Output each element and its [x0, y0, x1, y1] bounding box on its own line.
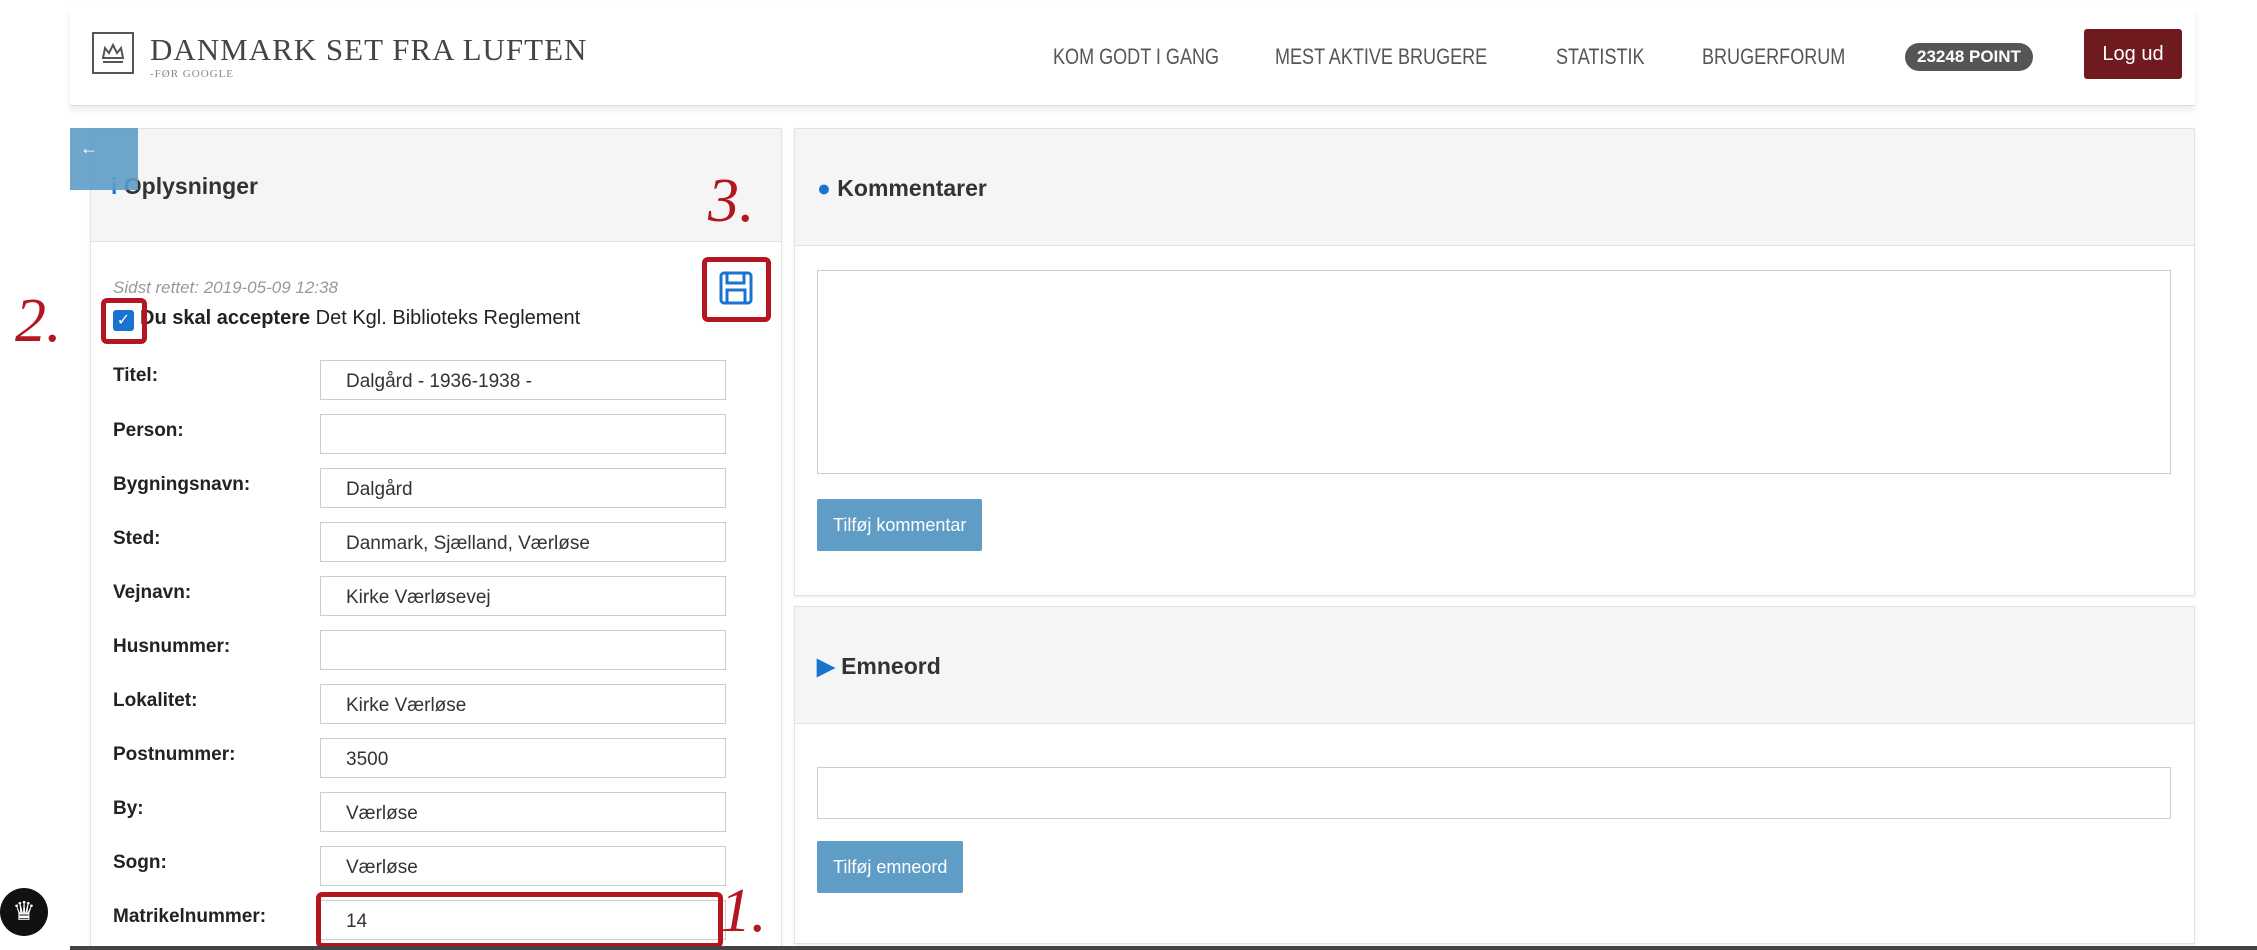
field-label-lokalitet: Lokalitet:: [113, 690, 198, 711]
site-title[interactable]: DANMARK SET FRA LUFTEN: [150, 32, 587, 68]
annotation-step1: 1.: [720, 877, 767, 945]
field-input-lokalitet[interactable]: Kirke Værløse: [320, 684, 726, 724]
comments-icon: ●: [817, 175, 831, 201]
back-button[interactable]: ←: [70, 128, 138, 190]
crown-icon: ♛: [0, 888, 48, 936]
comments-panel: ● Kommentarer Tilføj kommentar: [794, 128, 2195, 596]
logout-button[interactable]: Log ud: [2084, 29, 2182, 79]
annotation-box-step1: [316, 892, 723, 948]
tag-icon: ▶: [817, 653, 835, 679]
nav-most-active-users[interactable]: MEST AKTIVE BRUGERE: [1275, 44, 1487, 70]
field-label-titel: Titel:: [113, 365, 159, 386]
field-input-titel[interactable]: Dalgård - 1936-1938 -: [320, 360, 726, 400]
add-comment-button[interactable]: Tilføj kommentar: [817, 499, 983, 551]
annotation-box-step2: [101, 298, 147, 344]
annotation-step3: 3.: [708, 167, 755, 235]
field-input-sted[interactable]: Danmark, Sjælland, Værløse: [320, 522, 726, 562]
accept-rules-bold: Du skal acceptere: [140, 307, 311, 329]
keywords-panel-header: ▶ Emneord: [795, 607, 2194, 724]
info-panel-title-text: Oplysninger: [123, 173, 258, 199]
nav-user-forum[interactable]: BRUGERFORUM: [1702, 44, 1845, 70]
arrow-left-icon: ←: [80, 138, 98, 158]
field-input-postnummer[interactable]: 3500: [320, 738, 726, 778]
site-subtitle: -FØR GOOGLE: [150, 68, 235, 80]
field-label-vejnavn: Vejnavn:: [113, 582, 192, 603]
field-label-by: By:: [113, 798, 144, 819]
keywords-panel-title: ▶ Emneord: [817, 653, 941, 680]
field-input-person[interactable]: [320, 414, 726, 454]
crown-logo-icon[interactable]: [92, 32, 134, 74]
comments-panel-title: ● Kommentarer: [817, 175, 987, 202]
annotation-box-step3: [702, 257, 771, 322]
nav-statistics[interactable]: STATISTIK: [1556, 44, 1645, 70]
keywords-panel: ▶ Emneord Tilføj emneord: [794, 606, 2195, 944]
accept-rules-label: Du skal acceptere Det Kgl. Biblioteks Re…: [140, 307, 580, 330]
field-input-bygningsnavn[interactable]: Dalgård: [320, 468, 726, 508]
comment-textarea[interactable]: [817, 270, 2171, 474]
field-label-sogn: Sogn:: [113, 852, 167, 873]
accept-rules-link[interactable]: Det Kgl. Biblioteks Reglement: [310, 307, 581, 329]
field-input-sogn[interactable]: Værløse: [320, 846, 726, 886]
site-header: DANMARK SET FRA LUFTEN -FØR GOOGLE KOM G…: [70, 8, 2195, 106]
field-label-matrikelnummer: Matrikelnummer:: [113, 906, 267, 927]
field-input-husnummer[interactable]: [320, 630, 726, 670]
add-keyword-button[interactable]: Tilføj emneord: [817, 841, 964, 893]
field-input-by[interactable]: Værløse: [320, 792, 726, 832]
annotation-step2: 2.: [15, 287, 62, 355]
last-edited-text: Sidst rettet: 2019-05-09 12:38: [113, 278, 338, 297]
nav-get-started[interactable]: KOM GODT I GANG: [1053, 44, 1219, 70]
keywords-panel-title-text: Emneord: [841, 653, 941, 679]
comments-panel-title-text: Kommentarer: [837, 175, 987, 201]
keyword-input[interactable]: [817, 767, 2171, 819]
field-label-sted: Sted:: [113, 528, 161, 549]
field-label-bygningsnavn: Bygningsnavn:: [113, 474, 251, 495]
comments-panel-header: ● Kommentarer: [795, 129, 2194, 246]
points-badge: 23248 POINT: [1905, 43, 2033, 71]
info-panel-header: i Oplysninger: [91, 129, 781, 242]
field-label-husnummer: Husnummer:: [113, 636, 231, 657]
field-label-person: Person:: [113, 420, 184, 441]
field-label-postnummer: Postnummer:: [113, 744, 236, 765]
bottom-bar: [70, 946, 2257, 950]
field-input-vejnavn[interactable]: Kirke Værløsevej: [320, 576, 726, 616]
